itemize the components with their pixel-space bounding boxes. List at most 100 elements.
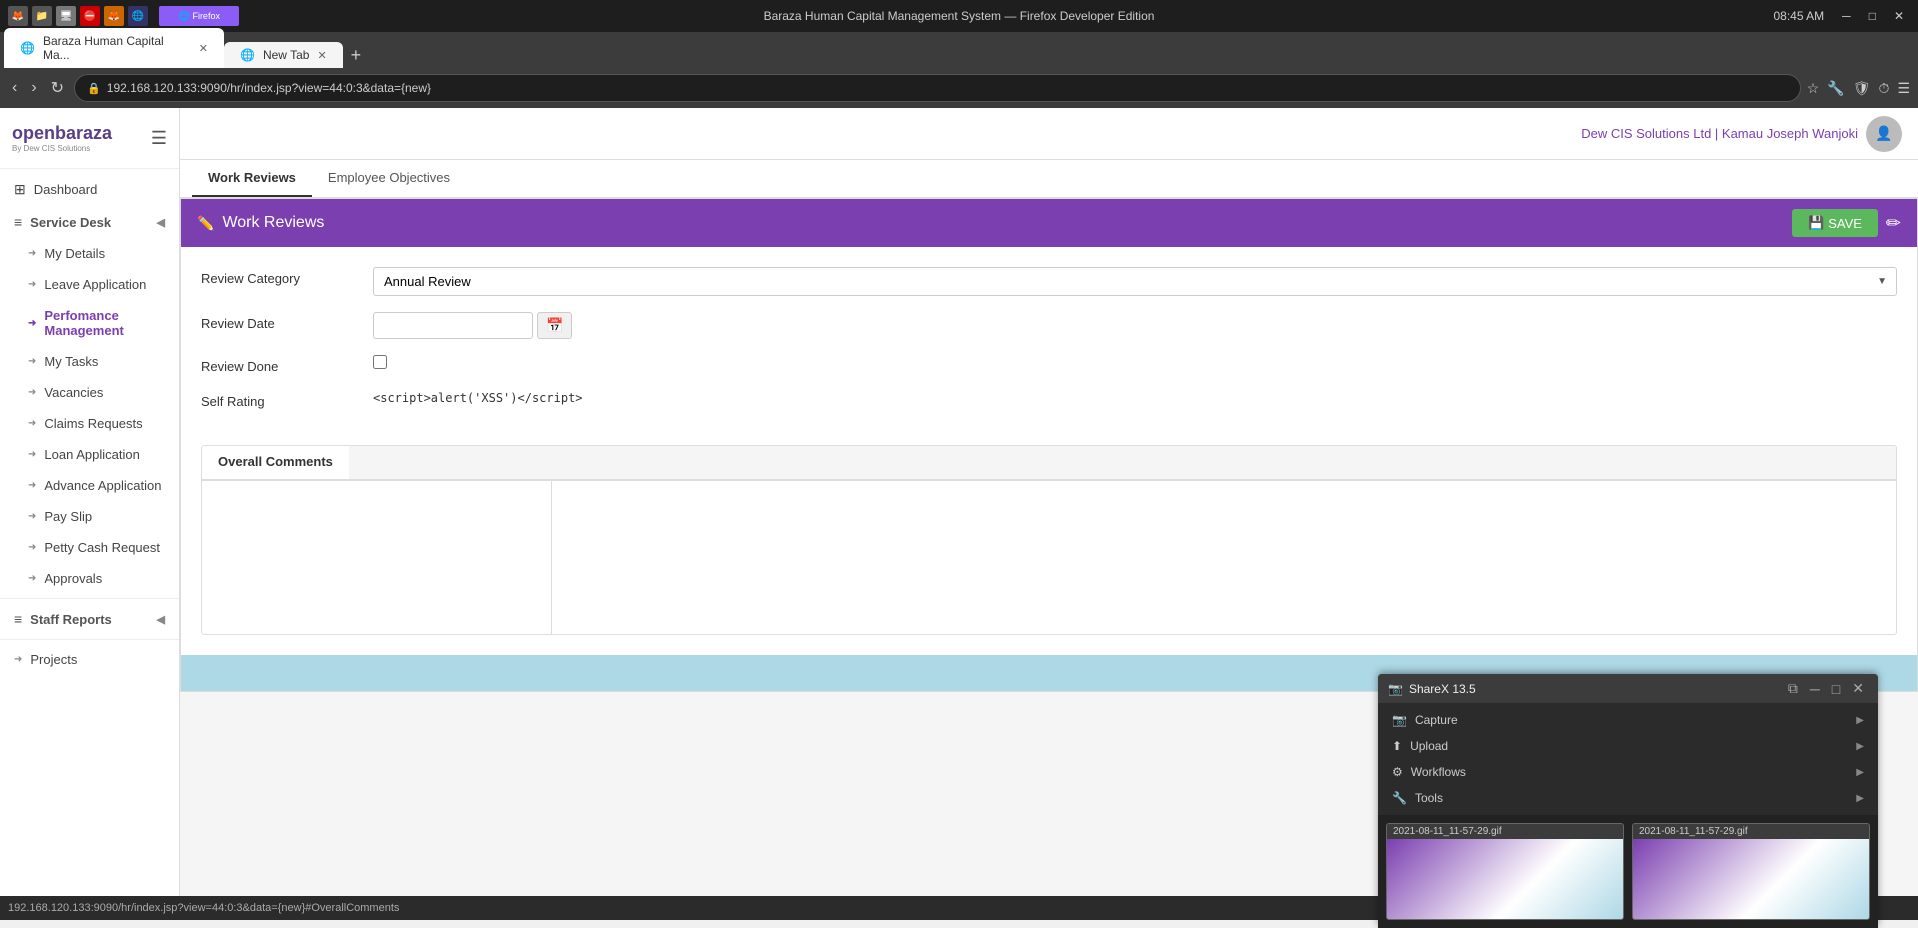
history-icon[interactable]: ⏱ bbox=[1879, 80, 1890, 97]
sharex-close-btn[interactable]: ✕ bbox=[1848, 680, 1868, 697]
hamburger-icon[interactable]: ☰ bbox=[151, 128, 167, 149]
right-comments-textarea[interactable] bbox=[552, 481, 1896, 631]
tab-work-reviews[interactable]: Work Reviews bbox=[192, 160, 312, 197]
taskbar-icon-2[interactable]: 📁 bbox=[32, 6, 52, 26]
minimize-btn[interactable]: ─ bbox=[1836, 9, 1857, 23]
sidebar-item-performance[interactable]: ➜ Perfomance Management bbox=[0, 300, 179, 346]
taskbar-icon-3[interactable]: 🖥 bbox=[56, 6, 76, 26]
left-comments-textarea[interactable] bbox=[202, 481, 551, 631]
new-tab-button[interactable]: + bbox=[343, 42, 370, 68]
sidebar-item-staff-reports[interactable]: ≡ Staff Reports ◀ bbox=[0, 603, 179, 635]
sharex-maximize-btn[interactable]: □ bbox=[1828, 680, 1844, 697]
list-icon-reports: ≡ bbox=[14, 611, 22, 627]
review-category-select-wrapper: Annual Review bbox=[373, 267, 1897, 296]
calendar-button[interactable]: 📅 bbox=[537, 312, 572, 339]
tab-employee-objectives[interactable]: Employee Objectives bbox=[312, 160, 466, 197]
sidebar-item-projects[interactable]: ➜ Projects bbox=[0, 644, 179, 675]
sidebar-item-vacancies[interactable]: ➜ Vacancies bbox=[0, 377, 179, 408]
address-bar-row: ‹ › ↻ 🔒 192.168.120.133:9090/hr/index.js… bbox=[0, 68, 1918, 108]
forward-button[interactable]: › bbox=[27, 75, 40, 101]
sidebar-label-payslip: Pay Slip bbox=[44, 509, 92, 524]
sidebar-item-payslip[interactable]: ➜ Pay Slip bbox=[0, 501, 179, 532]
status-url: 192.168.120.133:9090/hr/index.jsp?view=4… bbox=[8, 902, 399, 914]
form-row-category: Review Category Annual Review bbox=[201, 267, 1897, 296]
security-icon: 🔒 bbox=[87, 82, 101, 95]
sharex-minimize-btn[interactable]: ─ bbox=[1806, 680, 1824, 697]
shield-icon[interactable]: 🛡 bbox=[1853, 80, 1871, 97]
tab-baraza[interactable]: 🌐 Baraza Human Capital Ma... ✕ bbox=[4, 28, 224, 68]
sharex-restore-btn[interactable]: ⧉ bbox=[1784, 680, 1802, 697]
review-category-select[interactable]: Annual Review bbox=[373, 267, 1897, 296]
sidebar-item-petty-cash[interactable]: ➜ Petty Cash Request bbox=[0, 532, 179, 563]
review-date-label: Review Date bbox=[201, 312, 361, 331]
system-time: 08:45 AM bbox=[1773, 9, 1824, 23]
sidebar-item-leave[interactable]: ➜ Leave Application bbox=[0, 269, 179, 300]
collapse-icon-reports: ◀ bbox=[157, 613, 165, 626]
address-bar[interactable]: 🔒 192.168.120.133:9090/hr/index.jsp?view… bbox=[74, 74, 1801, 102]
logo-text: openbaraza bbox=[12, 123, 112, 144]
save-button[interactable]: 💾 SAVE bbox=[1792, 209, 1878, 237]
sidebar-label-staff-reports: Staff Reports bbox=[30, 612, 112, 627]
sidebar-label-my-details: My Details bbox=[44, 246, 105, 261]
overall-comments-tab[interactable]: Overall Comments bbox=[202, 446, 349, 479]
sidebar-item-claims[interactable]: ➜ Claims Requests bbox=[0, 408, 179, 439]
arrow-icon-perf: ➜ bbox=[28, 318, 36, 329]
user-avatar: 👤 bbox=[1866, 116, 1902, 152]
sidebar-label-dashboard: Dashboard bbox=[34, 182, 98, 197]
list-icon: ≡ bbox=[14, 214, 22, 230]
title-bar: 🦊 📁 🖥 ⛔ 🦊 🌐 🌐 Firefox Baraza Human Capit… bbox=[0, 0, 1918, 32]
sidebar-item-loan[interactable]: ➜ Loan Application bbox=[0, 439, 179, 470]
bookmark-icon[interactable]: ☆ bbox=[1807, 80, 1820, 97]
sidebar-label-performance: Perfomance Management bbox=[44, 308, 165, 338]
taskbar-icon-6[interactable]: 🌐 bbox=[128, 6, 148, 26]
upload-icon: ⬆ bbox=[1392, 739, 1402, 753]
sidebar-label-tasks: My Tasks bbox=[44, 354, 98, 369]
taskbar-icons: 🦊 📁 🖥 ⛔ 🦊 🌐 🌐 Firefox bbox=[8, 6, 239, 26]
extensions-icon[interactable]: 🔧 bbox=[1827, 80, 1844, 97]
sharex-menu-tools[interactable]: 🔧 Tools ▶ bbox=[1378, 785, 1878, 811]
sidebar-item-my-tasks[interactable]: ➜ My Tasks bbox=[0, 346, 179, 377]
app-header: Dew CIS Solutions Ltd | Kamau Joseph Wan… bbox=[180, 108, 1918, 160]
logo-sub: By Dew CIS Solutions bbox=[12, 144, 90, 153]
close-btn[interactable]: ✕ bbox=[1888, 9, 1910, 23]
taskbar-icon-1[interactable]: 🦊 bbox=[8, 6, 28, 26]
back-button[interactable]: ‹ bbox=[8, 75, 21, 101]
sharex-controls: ⧉ ─ □ ✕ bbox=[1784, 680, 1868, 697]
sharex-menu-upload[interactable]: ⬆ Upload ▶ bbox=[1378, 733, 1878, 759]
arrow-icon-leave: ➜ bbox=[28, 279, 36, 290]
tab-favicon-2: 🌐 bbox=[240, 48, 255, 62]
sharex-menu-workflows[interactable]: ⚙ Workflows ▶ bbox=[1378, 759, 1878, 785]
sidebar-item-my-details[interactable]: ➜ My Details bbox=[0, 238, 179, 269]
sharex-thumb-1[interactable]: 2021-08-11_11-57-29.gif bbox=[1386, 823, 1624, 920]
sharex-thumb-2[interactable]: 2021-08-11_11-57-29.gif bbox=[1632, 823, 1870, 920]
collapse-icon: ◀ bbox=[157, 216, 165, 229]
taskbar-icon-5[interactable]: 🦊 bbox=[104, 6, 124, 26]
refresh-button[interactable]: ↻ bbox=[47, 74, 68, 102]
sharex-menu-capture[interactable]: 📷 Capture ▶ bbox=[1378, 707, 1878, 733]
dashboard-icon: ⊞ bbox=[14, 181, 26, 198]
taskbar-icon-4[interactable]: ⛔ bbox=[80, 6, 100, 26]
sharex-thumb-img-1 bbox=[1387, 839, 1623, 919]
sidebar-item-approvals[interactable]: ➜ Approvals bbox=[0, 563, 179, 594]
sidebar-item-advance[interactable]: ➜ Advance Application bbox=[0, 470, 179, 501]
sidebar-item-service-desk[interactable]: ≡ Service Desk ◀ bbox=[0, 206, 179, 238]
arrow-icon-tasks: ➜ bbox=[28, 356, 36, 367]
review-done-label: Review Done bbox=[201, 355, 361, 374]
edit-button[interactable]: ✏ bbox=[1886, 209, 1901, 237]
maximize-btn[interactable]: □ bbox=[1863, 9, 1882, 23]
tab-close-1[interactable]: ✕ bbox=[199, 42, 208, 55]
menu-icon[interactable]: ☰ bbox=[1897, 80, 1910, 97]
self-rating-control: <script>alert('XSS')</script> bbox=[373, 390, 1897, 405]
arrow-icon-pay: ➜ bbox=[28, 511, 36, 522]
review-done-checkbox[interactable] bbox=[373, 355, 387, 369]
chevron-capture: ▶ bbox=[1856, 715, 1864, 726]
review-date-input[interactable] bbox=[373, 312, 533, 339]
sidebar-item-dashboard[interactable]: ⊞ Dashboard bbox=[0, 173, 179, 206]
browser-tab-bar: 🌐 Baraza Human Capital Ma... ✕ 🌐 New Tab… bbox=[0, 32, 1918, 68]
tab-new[interactable]: 🌐 New Tab ✕ bbox=[224, 42, 343, 68]
self-rating-value: <script>alert('XSS')</script> bbox=[373, 391, 583, 405]
window-controls: ─ □ ✕ bbox=[1836, 9, 1910, 23]
date-wrapper: 📅 bbox=[373, 312, 1897, 339]
taskbar-active-tab[interactable]: 🌐 Firefox bbox=[159, 6, 239, 26]
tab-close-2[interactable]: ✕ bbox=[317, 49, 326, 62]
